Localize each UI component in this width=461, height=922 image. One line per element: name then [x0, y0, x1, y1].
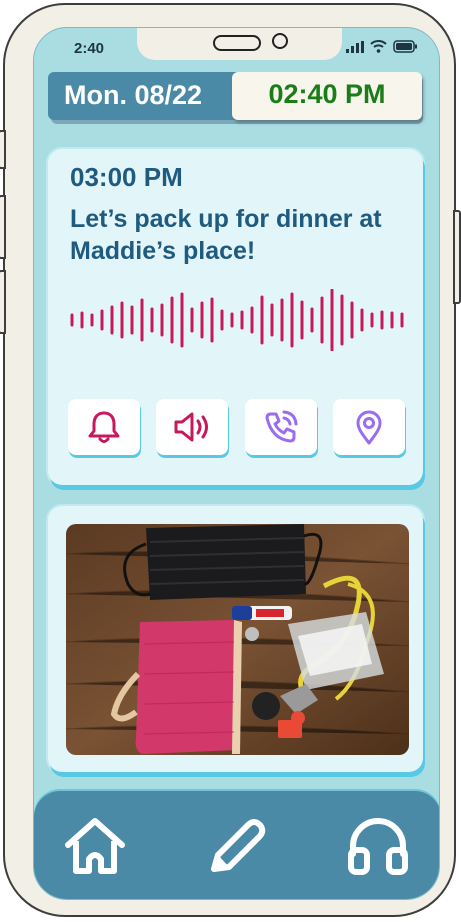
clock-time: 02:40 PM	[268, 79, 386, 109]
speak-button[interactable]	[156, 399, 228, 455]
home-icon	[65, 818, 125, 874]
signal-icon	[346, 40, 364, 53]
bottom-nav	[34, 791, 439, 899]
clock-display: 02:40 PM	[232, 72, 422, 120]
call-button[interactable]	[245, 399, 317, 455]
status-time: 2:40	[74, 40, 105, 57]
earpiece	[213, 35, 261, 51]
phone-call-icon	[265, 410, 298, 443]
power-button	[453, 210, 461, 304]
camera	[272, 33, 288, 49]
notch	[137, 28, 342, 60]
date-label: Mon. 08/22	[64, 80, 203, 110]
speaker-icon	[174, 412, 208, 442]
side-button	[0, 130, 6, 169]
photo-card	[48, 506, 423, 772]
date-bar: Mon. 08/22 02:40 PM	[48, 72, 422, 120]
battery-icon	[393, 40, 417, 53]
location-pin-icon	[356, 410, 382, 445]
packing-items-photo[interactable]	[66, 524, 409, 755]
reminder-time: 03:00 PM	[70, 162, 183, 192]
status-icons	[346, 40, 417, 53]
headphones-icon	[348, 818, 408, 875]
reminder-message: Let’s pack up for dinner at Maddie’s pla…	[70, 205, 382, 265]
alarm-button[interactable]	[68, 399, 140, 455]
pencil-icon	[211, 819, 266, 872]
reminder-actions	[68, 399, 406, 457]
volume-up-button	[0, 195, 6, 259]
reminder-card: 03:00 PM Let’s pack up for dinner at Mad…	[48, 149, 423, 485]
phone-frame: 2:40 Mon. 08/22 02:40 PM 03:00 PM Let’s …	[0, 3, 461, 917]
wifi-icon	[370, 40, 387, 53]
bell-icon	[88, 411, 120, 443]
location-button[interactable]	[333, 399, 405, 455]
screen: 2:40 Mon. 08/22 02:40 PM 03:00 PM Let’s …	[33, 27, 440, 900]
nav-audio[interactable]	[343, 811, 413, 881]
volume-down-button	[0, 270, 6, 334]
nav-home[interactable]	[60, 811, 130, 881]
photo-image	[66, 524, 409, 755]
audio-waveform[interactable]	[70, 289, 410, 351]
nav-edit[interactable]	[202, 811, 272, 881]
